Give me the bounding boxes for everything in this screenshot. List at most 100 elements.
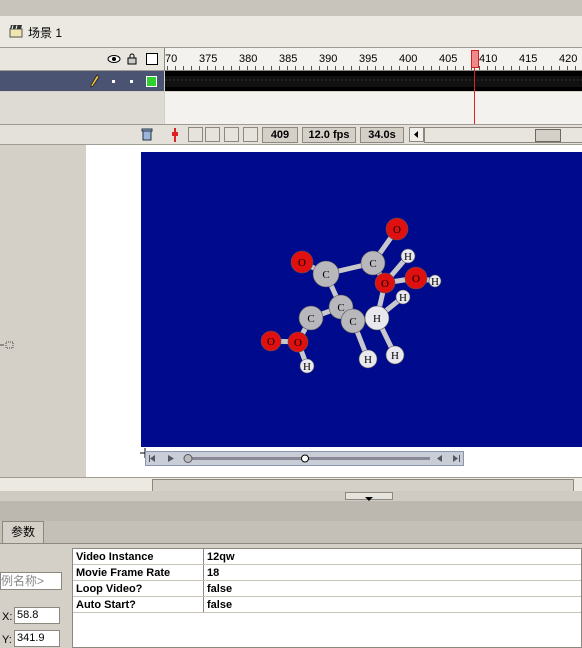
- ruler-tick: [463, 66, 464, 70]
- atom: O: [385, 217, 409, 241]
- ruler-tick: [239, 66, 240, 70]
- atom: H: [299, 358, 315, 374]
- title-strip: [0, 0, 582, 17]
- video-controller[interactable]: [145, 451, 464, 466]
- ruler-tick: [375, 66, 376, 70]
- y-field[interactable]: 341.9: [14, 630, 60, 647]
- ruler-tick: [287, 66, 288, 70]
- param-value[interactable]: false: [203, 580, 581, 597]
- ruler-tick: [199, 66, 200, 70]
- atom-label: O: [294, 337, 302, 349]
- ruler-label: 395: [359, 53, 378, 65]
- outline-icon[interactable]: [146, 53, 158, 65]
- ruler-label: 70: [165, 53, 178, 65]
- y-label: Y:: [2, 634, 12, 646]
- layer-row[interactable]: [0, 71, 164, 91]
- atom-label: C: [307, 313, 314, 325]
- ruler-tick: [527, 66, 528, 70]
- scroll-left-arrow-icon[interactable]: [409, 127, 424, 142]
- param-row[interactable]: Video Instance 12qw: [73, 549, 581, 565]
- ruler-tick: [191, 66, 192, 70]
- play-icon[interactable]: [168, 455, 174, 462]
- rewind-icon[interactable]: [149, 455, 155, 462]
- param-row[interactable]: Auto Start? false: [73, 596, 581, 613]
- atom: O: [287, 331, 309, 353]
- instance-name-field[interactable]: 例名称>: [0, 572, 62, 590]
- ruler-tick: [263, 66, 264, 70]
- edit-multiple-frames-icon[interactable]: [224, 127, 239, 142]
- properties-header: [0, 501, 582, 521]
- param-row[interactable]: Movie Frame Rate 18: [73, 564, 581, 581]
- ruler-label: 405: [439, 53, 458, 65]
- atom: H: [428, 274, 442, 288]
- ruler-tick: [295, 66, 296, 70]
- eye-icon[interactable]: [107, 54, 121, 64]
- ruler-label: 410: [479, 53, 498, 65]
- scene-name[interactable]: 场景 1: [28, 24, 62, 41]
- ruler-label: 385: [279, 53, 298, 65]
- ruler-tick: [183, 66, 184, 70]
- ruler-tick: [223, 66, 224, 70]
- atom-label: H: [431, 276, 439, 288]
- molecule-graphic: OCHOCOHO HCC C HO OHH H: [260, 217, 442, 374]
- x-field[interactable]: 58.8: [14, 607, 60, 624]
- lock-dot[interactable]: [130, 80, 133, 83]
- ruler-tick: [439, 66, 440, 70]
- collapse-arrow-icon[interactable]: [345, 492, 393, 501]
- atom: C: [360, 250, 386, 276]
- frame-back-icon[interactable]: [437, 455, 442, 462]
- video-player[interactable]: OCHOCOHOHCCCHOOHHH: [141, 152, 582, 447]
- stage-hscroll[interactable]: [0, 477, 582, 492]
- ruler-tick: [551, 66, 552, 70]
- ruler-tick: [423, 66, 424, 70]
- center-frame-icon[interactable]: [172, 128, 178, 142]
- lock-icon[interactable]: [127, 53, 137, 65]
- param-name: Video Instance: [73, 549, 204, 565]
- param-row[interactable]: Loop Video? false: [73, 580, 581, 597]
- ruler-tick: [279, 66, 280, 70]
- atom: O: [290, 250, 314, 274]
- trash-icon[interactable]: [141, 128, 153, 141]
- frame-track[interactable]: [165, 71, 582, 91]
- pencil-icon: [90, 74, 100, 88]
- frame-rate[interactable]: 12.0 fps: [302, 127, 356, 143]
- ruler-tick: [247, 66, 248, 70]
- atom: C: [312, 260, 340, 288]
- ruler-label: 415: [519, 53, 538, 65]
- atom-label: O: [267, 336, 275, 348]
- tab-parameters[interactable]: 参数: [2, 521, 44, 543]
- clapperboard-icon: [9, 25, 23, 38]
- ruler-tick: [535, 66, 536, 70]
- atom: H: [395, 289, 411, 305]
- ruler-tick: [303, 66, 304, 70]
- ruler-tick: [271, 66, 272, 70]
- modify-onion-markers-icon[interactable]: [243, 127, 258, 142]
- frame-forward-icon[interactable]: [453, 455, 460, 462]
- atom-label: H: [399, 292, 407, 304]
- layer-color-swatch[interactable]: [146, 76, 157, 87]
- atom: C: [340, 308, 366, 334]
- onion-outline-icon[interactable]: [205, 127, 220, 142]
- atom-label: H: [404, 251, 412, 263]
- timeline-hscroll[interactable]: [424, 127, 582, 143]
- ruler-tick: [343, 66, 344, 70]
- ruler-tick: [543, 66, 544, 70]
- frame-ruler[interactable]: 70 375 380 385 390 395 400 405 410 415 420: [164, 48, 582, 71]
- registration-mark: [0, 339, 14, 351]
- atom-label: H: [373, 313, 381, 325]
- ruler-tick: [519, 66, 520, 70]
- atom-label: C: [322, 269, 329, 281]
- atom-label: O: [298, 257, 306, 269]
- timeline-scroll-thumb[interactable]: [535, 129, 561, 142]
- playhead[interactable]: [471, 50, 479, 68]
- param-name: Movie Frame Rate: [73, 564, 204, 581]
- visibility-dot[interactable]: [112, 80, 115, 83]
- param-name: Auto Start?: [73, 596, 204, 613]
- param-value[interactable]: false: [203, 596, 581, 613]
- seek-handle[interactable]: [183, 454, 193, 463]
- param-value[interactable]: 18: [203, 564, 581, 581]
- frame-cells: [165, 76, 582, 87]
- onion-skin-icon[interactable]: [188, 127, 203, 142]
- param-value[interactable]: 12qw: [203, 549, 581, 565]
- x-label: X:: [2, 611, 13, 623]
